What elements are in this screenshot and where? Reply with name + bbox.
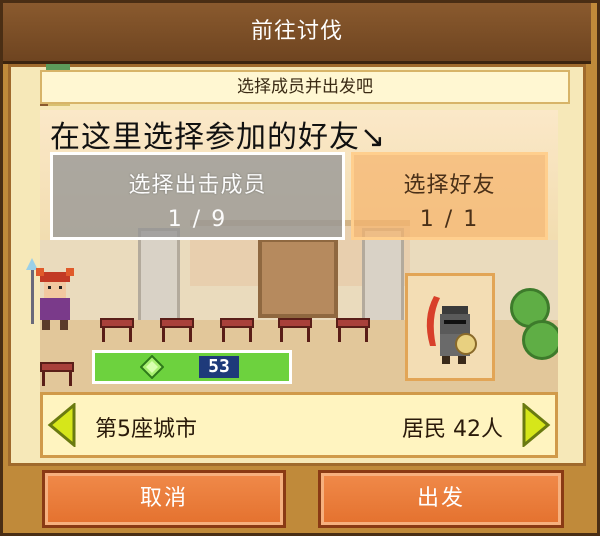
bench [100, 318, 134, 344]
tree [522, 320, 558, 360]
city-population: 居民 42人 [402, 417, 503, 442]
party-member-sprite[interactable] [24, 256, 82, 334]
select-friend-title: 选择好友 [403, 173, 496, 198]
select-members-panel[interactable]: 选择出击成员 1 / 9 [50, 152, 345, 240]
select-friend-count: 1 / 1 [419, 207, 480, 232]
gem-icon [140, 355, 164, 379]
hint-bar: 选择成员并出发吧 [40, 70, 570, 104]
city-selector: 第5座城市 居民 42人 [40, 392, 558, 458]
friend-slot[interactable] [405, 273, 495, 381]
castle-tower-left [138, 228, 180, 328]
bench [220, 318, 254, 344]
bench [278, 318, 312, 344]
bench [336, 318, 370, 344]
bench [40, 362, 74, 388]
city-name: 第5座城市 [95, 417, 197, 442]
select-members-count: 1 / 9 [167, 207, 228, 232]
select-friend-panel[interactable]: 选择好友 1 / 1 [351, 152, 548, 240]
cancel-button[interactable]: 取消 [42, 470, 286, 528]
castle-door [258, 238, 338, 318]
bench [160, 318, 194, 344]
instruction-text: 在这里选择参加的好友↘ [50, 120, 387, 155]
castle-tower-right [362, 228, 404, 328]
select-members-title: 选择出击成员 [128, 173, 267, 198]
score-value: 53 [199, 356, 239, 378]
depart-button[interactable]: 出发 [318, 470, 564, 528]
friend-knight-sprite [426, 296, 477, 364]
previous-city-arrow-icon[interactable] [46, 403, 78, 447]
next-city-arrow-icon[interactable] [520, 403, 552, 447]
score-bar: 53 [92, 350, 292, 384]
dialog-title: 前往讨伐 [3, 3, 591, 64]
